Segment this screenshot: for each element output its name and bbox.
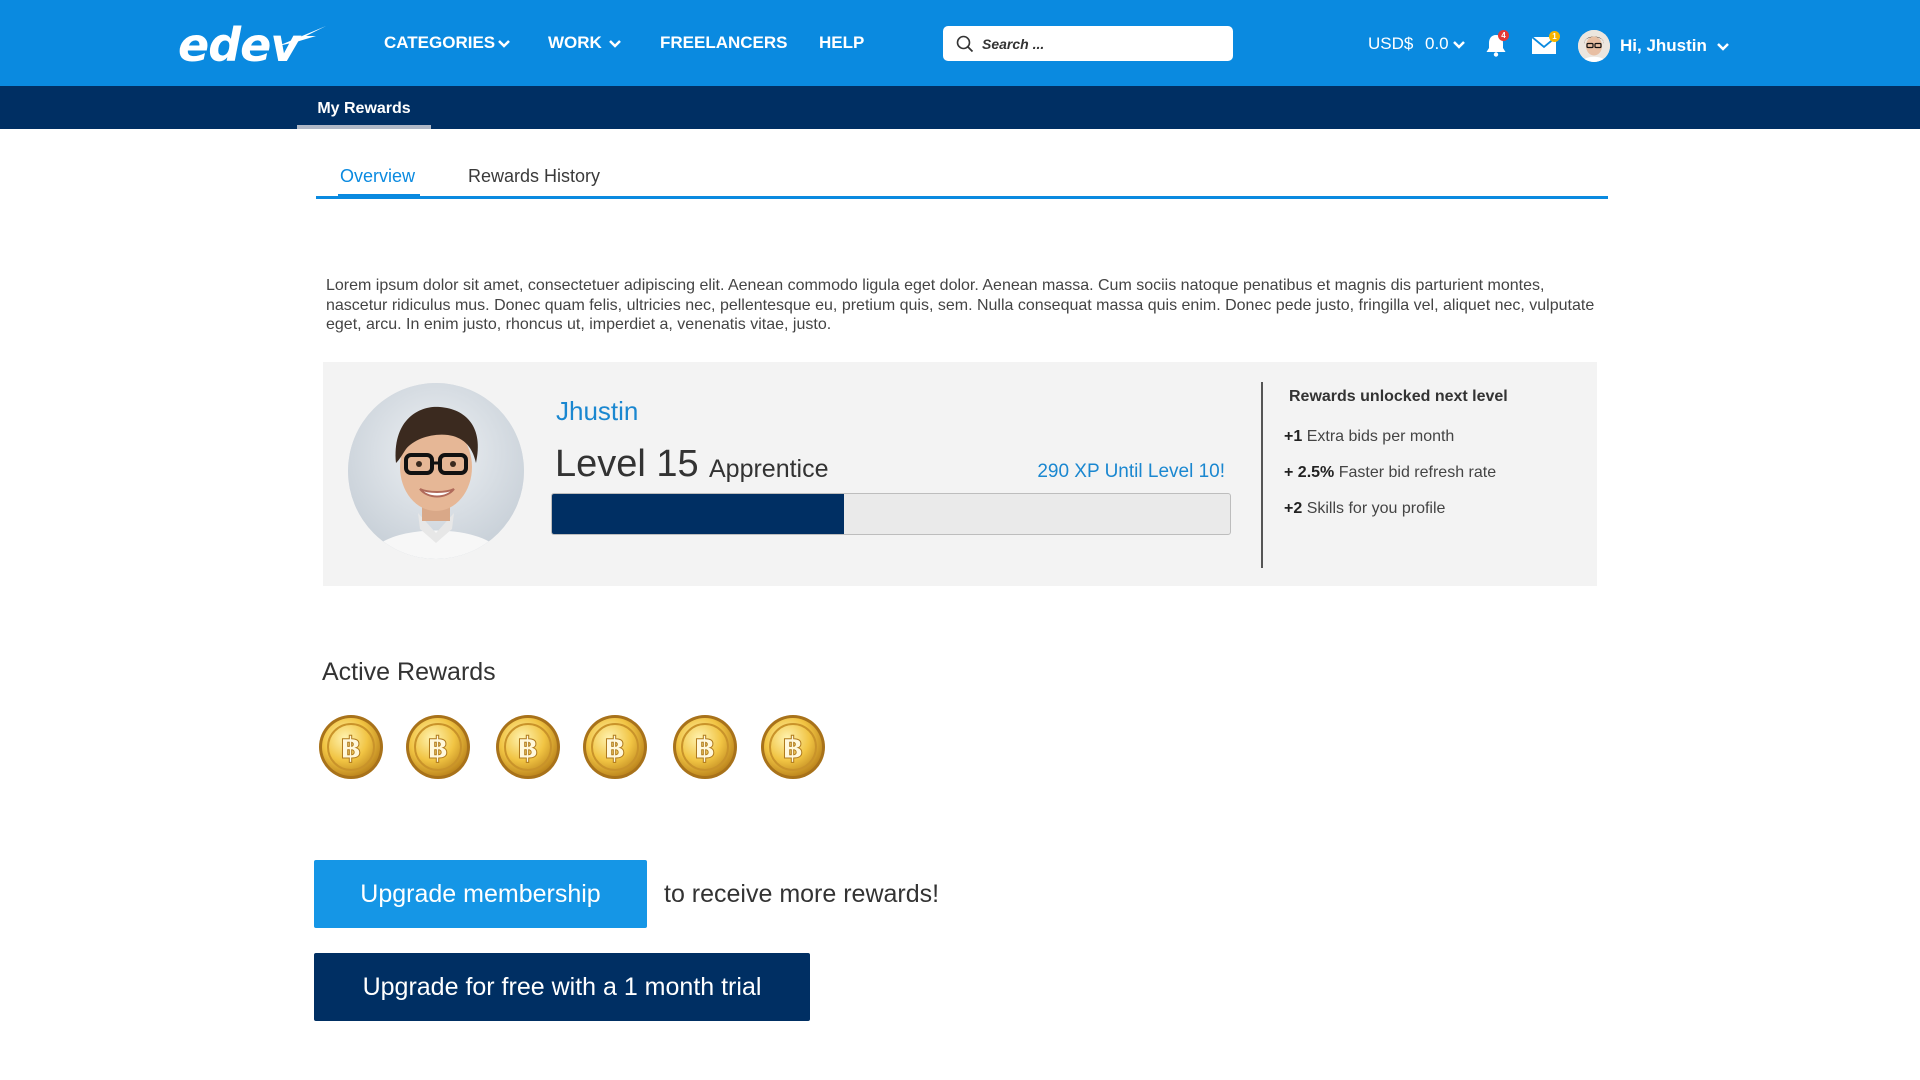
nav-freelancers[interactable]: FREELANCERS — [660, 33, 788, 53]
rewards-tabs: Overview Rewards History — [316, 162, 1608, 199]
sub-navbar: My Rewards — [0, 86, 1920, 129]
upgrade-tagline: to receive more rewards! — [664, 880, 940, 908]
reward-value: +2 — [1284, 500, 1303, 517]
profile-photo-icon — [348, 383, 524, 559]
notifications-button[interactable]: 4 — [1485, 30, 1509, 59]
svg-text:฿: ฿ — [783, 731, 804, 766]
level-progress-bar — [551, 493, 1231, 535]
bitcoin-coin-icon[interactable]: ฿ — [495, 714, 561, 780]
svg-text:฿: ฿ — [605, 731, 626, 766]
bitcoin-coin-icon[interactable]: ฿ — [318, 714, 384, 780]
chevron-down-icon — [1717, 43, 1729, 51]
bitcoin-coin-icon[interactable]: ฿ — [760, 714, 826, 780]
tab-overview[interactable]: Overview — [340, 166, 415, 187]
free-trial-button[interactable]: Upgrade for free with a 1 month trial — [314, 953, 810, 1021]
reward-text: Extra bids per month — [1306, 428, 1455, 445]
search-input[interactable] — [980, 34, 1214, 53]
active-rewards-title: Active Rewards — [322, 658, 496, 686]
svg-text:฿: ฿ — [695, 731, 716, 766]
tab-my-rewards-label: My Rewards — [317, 100, 411, 117]
upgrade-membership-button[interactable]: Upgrade membership — [314, 860, 647, 928]
balance-value: 0.0 — [1425, 34, 1449, 53]
user-avatar-icon — [1578, 30, 1610, 62]
top-navbar: edev CATEGORIES WORK FREELANCERS HELP US… — [0, 0, 1920, 86]
card-divider — [1261, 382, 1263, 568]
edev-logo[interactable]: edev — [178, 20, 328, 70]
level-progress-fill — [552, 494, 844, 534]
balance-dropdown[interactable]: 0.0 — [1425, 34, 1465, 54]
svg-text:฿: ฿ — [428, 731, 449, 766]
profile-rank: Apprentice — [709, 455, 829, 483]
svg-text:฿: ฿ — [518, 731, 539, 766]
notifications-badge: 4 — [1498, 30, 1509, 41]
reward-value: + 2.5% — [1284, 464, 1335, 481]
reward-text: Faster bid refresh rate — [1338, 464, 1497, 481]
next-level-reward-item: +2 Skills for you profile — [1284, 500, 1445, 518]
search-box — [943, 26, 1233, 61]
chevron-down-icon — [608, 40, 621, 48]
nav-help[interactable]: HELP — [819, 33, 864, 53]
logo-wing-icon — [278, 26, 326, 46]
chevron-down-icon — [498, 40, 511, 48]
xp-remaining: 290 XP Until Level 10! — [1037, 461, 1225, 482]
tab-my-rewards[interactable]: My Rewards — [297, 86, 431, 129]
bitcoin-coin-icon[interactable]: ฿ — [405, 714, 471, 780]
avatar — [1578, 30, 1610, 62]
search-icon — [956, 35, 974, 52]
nav-categories[interactable]: CATEGORIES — [384, 33, 511, 53]
next-level-reward-item: + 2.5% Faster bid refresh rate — [1284, 464, 1496, 482]
messages-badge: 1 — [1549, 31, 1560, 42]
nav-help-label: HELP — [819, 33, 865, 52]
active-tab-underline — [297, 125, 431, 129]
active-tab-indicator — [338, 194, 420, 199]
nav-work[interactable]: WORK — [548, 33, 621, 53]
intro-text: Lorem ipsum dolor sit amet, consectetuer… — [326, 277, 1595, 333]
profile-name[interactable]: Jhustin — [556, 396, 638, 427]
bitcoin-coin-icon[interactable]: ฿ — [672, 714, 738, 780]
messages-button[interactable]: 1 — [1531, 31, 1560, 57]
nav-work-label: WORK — [548, 33, 602, 52]
profile-card: Jhustin Level 15 Apprentice 290 XP Until… — [323, 362, 1597, 586]
nav-categories-label: CATEGORIES — [384, 33, 496, 52]
profile-avatar — [348, 383, 524, 559]
next-level-rewards-title: Rewards unlocked next level — [1289, 388, 1508, 405]
reward-value: +1 — [1284, 428, 1303, 445]
user-greeting: Hi, Jhustin — [1620, 36, 1707, 55]
currency-label: USD$ — [1368, 34, 1414, 53]
nav-freelancers-label: FREELANCERS — [660, 33, 788, 52]
user-menu[interactable]: Hi, Jhustin — [1578, 30, 1729, 62]
chevron-down-icon — [1452, 41, 1465, 49]
svg-text:฿: ฿ — [341, 731, 362, 766]
next-level-reward-item: +1 Extra bids per month — [1284, 428, 1454, 446]
tab-rewards-history[interactable]: Rewards History — [468, 166, 600, 187]
profile-level: Level 15 — [555, 443, 699, 485]
reward-text: Skills for you profile — [1306, 500, 1446, 517]
bitcoin-coin-icon[interactable]: ฿ — [582, 714, 648, 780]
